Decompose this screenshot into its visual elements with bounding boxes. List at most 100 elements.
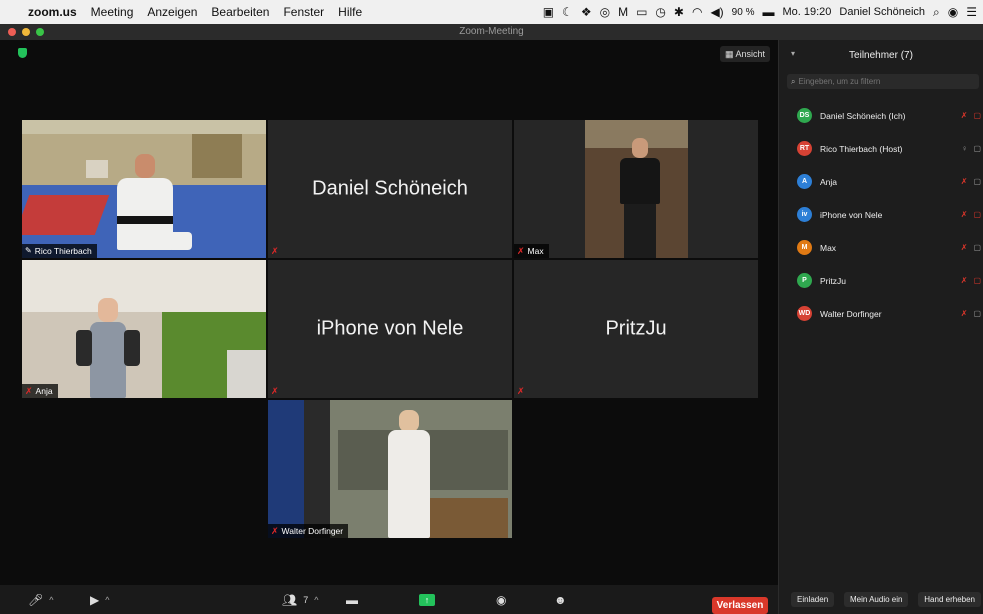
tile-big-name: Daniel Schöneich bbox=[312, 177, 468, 200]
participant-name: Max bbox=[820, 242, 837, 253]
chat-icon[interactable]: ▬ bbox=[346, 593, 358, 607]
sync-icon[interactable]: ◎ bbox=[600, 5, 610, 19]
video-icon[interactable]: ▢ bbox=[973, 177, 981, 186]
video-tile-max[interactable]: ✗ Max bbox=[514, 120, 758, 258]
participant-name: Anja bbox=[820, 176, 838, 187]
pin-icon: ✎ bbox=[25, 246, 32, 255]
video-gallery: ▦ Ansicht ✎ Rico Thierbach Daniel Schöne… bbox=[0, 40, 778, 585]
battery-icon[interactable]: ▬ bbox=[762, 5, 774, 19]
share-screen-icon[interactable]: ↑ bbox=[419, 593, 435, 606]
video-tile-iphone-von-nele[interactable]: iPhone von Nele ✗ bbox=[268, 260, 512, 398]
wifi-icon[interactable]: ◠ bbox=[692, 5, 702, 19]
tile-name-bar: ✗ bbox=[268, 244, 284, 258]
tile-big-name: iPhone von Nele bbox=[316, 317, 464, 340]
screen-icon[interactable]: ▣ bbox=[543, 5, 554, 19]
muted-mic-icon[interactable]: ✗ bbox=[961, 177, 968, 186]
video-feed bbox=[514, 120, 758, 258]
participant-row[interactable]: RT Rico Thierbach (Host) ♀ ▢ bbox=[779, 132, 983, 165]
bluetooth-icon[interactable]: ✱ bbox=[674, 5, 684, 19]
tile-name: Walter Dorfinger bbox=[281, 526, 344, 536]
video-tile-anja[interactable]: ✗ Anja bbox=[22, 260, 266, 398]
menu-anzeigen[interactable]: Anzeigen bbox=[147, 5, 197, 19]
video-options-chevron-icon[interactable]: ^ bbox=[105, 595, 109, 605]
encryption-shield-icon[interactable] bbox=[18, 48, 27, 58]
video-icon[interactable]: ▢ bbox=[973, 144, 981, 153]
muted-mic-icon[interactable]: ✗ bbox=[961, 210, 968, 219]
participant-search[interactable]: ⌕ bbox=[787, 74, 979, 89]
participants-icon[interactable]: 👥︎ bbox=[282, 593, 297, 607]
participants-control[interactable]: 👥︎ 7 ^ bbox=[282, 585, 318, 614]
avatar: WD bbox=[797, 306, 812, 321]
airplay-icon[interactable]: ▭ bbox=[636, 5, 647, 19]
tile-name: Anja bbox=[35, 386, 53, 396]
menu-fenster[interactable]: Fenster bbox=[283, 5, 324, 19]
tile-name-bar: ✗ bbox=[268, 384, 284, 398]
participant-row[interactable]: A Anja ✗ ▢ bbox=[779, 165, 983, 198]
dropbox-icon[interactable]: ❖ bbox=[581, 5, 592, 19]
moon-icon[interactable]: ☾ bbox=[562, 5, 573, 19]
user-name[interactable]: Daniel Schöneich bbox=[839, 6, 925, 18]
share-screen-control[interactable]: ↑ bbox=[419, 585, 435, 614]
muted-mic-icon[interactable]: ✗ bbox=[961, 309, 968, 318]
video-icon[interactable]: ▢ bbox=[973, 243, 981, 252]
video-icon[interactable]: ▢ bbox=[973, 309, 981, 318]
siri-icon[interactable]: ◉ bbox=[948, 5, 958, 19]
view-button[interactable]: ▦ Ansicht bbox=[719, 46, 770, 62]
chat-control[interactable]: ▬ bbox=[346, 585, 358, 614]
participant-row[interactable]: WD Walter Dorfinger ✗ ▢ bbox=[779, 297, 983, 330]
collapse-chevron-icon[interactable]: ▾ bbox=[791, 49, 795, 58]
video-tile-pritzju[interactable]: PritzJu ✗ bbox=[514, 260, 758, 398]
participants-options-chevron-icon[interactable]: ^ bbox=[314, 595, 318, 605]
notification-center-icon[interactable]: ☰ bbox=[966, 5, 977, 19]
zoom-window-button[interactable] bbox=[36, 28, 44, 36]
muted-mic-icon[interactable]: ✗ bbox=[961, 111, 968, 120]
record-icon[interactable]: ◉ bbox=[496, 593, 506, 607]
leave-meeting-button[interactable]: Verlassen bbox=[712, 597, 768, 614]
menu-app-name[interactable]: zoom.us bbox=[28, 5, 77, 19]
menu-hilfe[interactable]: Hilfe bbox=[338, 5, 362, 19]
video-off-icon[interactable]: ▶ bbox=[90, 593, 99, 607]
participant-row[interactable]: P PritzJu ✗ ▢ bbox=[779, 264, 983, 297]
video-tile-walter[interactable]: ✗ Walter Dorfinger bbox=[268, 400, 512, 538]
clock[interactable]: Mo. 19:20 bbox=[782, 6, 831, 18]
video-tile-daniel[interactable]: Daniel Schöneich ✗ bbox=[268, 120, 512, 258]
muted-mic-icon: ✗ bbox=[25, 386, 33, 396]
mail-icon[interactable]: M bbox=[618, 5, 628, 19]
close-window-button[interactable] bbox=[8, 28, 16, 36]
participant-search-input[interactable] bbox=[798, 77, 969, 86]
video-off-icon[interactable]: ▢ bbox=[973, 111, 981, 120]
avatar: iv bbox=[797, 207, 812, 222]
muted-mic-icon[interactable]: ✗ bbox=[961, 243, 968, 252]
video-tile-rico[interactable]: ✎ Rico Thierbach bbox=[22, 120, 266, 258]
reactions-control[interactable]: ☻ bbox=[554, 585, 567, 614]
tile-name: Max bbox=[527, 246, 544, 256]
participant-name: Daniel Schöneich (Ich) bbox=[820, 110, 906, 121]
search-icon[interactable]: ⌕ bbox=[933, 5, 940, 20]
window-title-bar: Zoom-Meeting bbox=[0, 24, 983, 40]
volume-icon[interactable]: ◀) bbox=[710, 5, 723, 19]
participant-row[interactable]: DS Daniel Schöneich (Ich) ✗ ▢ bbox=[779, 99, 983, 132]
muted-mic-icon[interactable]: ✗ bbox=[961, 276, 968, 285]
menu-meeting[interactable]: Meeting bbox=[91, 5, 134, 19]
minimize-window-button[interactable] bbox=[22, 28, 30, 36]
reactions-icon[interactable]: ☻ bbox=[554, 593, 567, 607]
menu-bearbeiten[interactable]: Bearbeiten bbox=[211, 5, 269, 19]
invite-button[interactable]: Einladen bbox=[791, 592, 835, 607]
video-off-icon[interactable]: ▢ bbox=[973, 210, 981, 219]
video-control[interactable]: ▶ ^ bbox=[90, 585, 109, 614]
mute-control[interactable]: 🎤︎ ^ bbox=[28, 585, 53, 614]
participant-list: DS Daniel Schöneich (Ich) ✗ ▢ RT Rico Thi… bbox=[779, 99, 983, 330]
unmute-button[interactable]: Mein Audio ein bbox=[843, 592, 909, 607]
audio-options-chevron-icon[interactable]: ^ bbox=[49, 595, 53, 605]
participant-row[interactable]: M Max ✗ ▢ bbox=[779, 231, 983, 264]
tile-name-bar: ✗ Walter Dorfinger bbox=[268, 524, 349, 538]
record-control[interactable]: ◉ bbox=[496, 585, 506, 614]
participant-row[interactable]: iv iPhone von Nele ✗ ▢ bbox=[779, 198, 983, 231]
time-machine-icon[interactable]: ◷ bbox=[655, 5, 665, 19]
microphone-muted-icon[interactable]: 🎤︎ bbox=[28, 593, 43, 607]
video-off-icon[interactable]: ▢ bbox=[973, 276, 981, 285]
panel-header: ▾ Teilnehmer (7) bbox=[779, 40, 983, 70]
raise-hand-button[interactable]: Hand erheben bbox=[918, 592, 981, 607]
muted-mic-icon: ✗ bbox=[271, 246, 279, 256]
microphone-icon[interactable]: ♀ bbox=[961, 144, 967, 153]
